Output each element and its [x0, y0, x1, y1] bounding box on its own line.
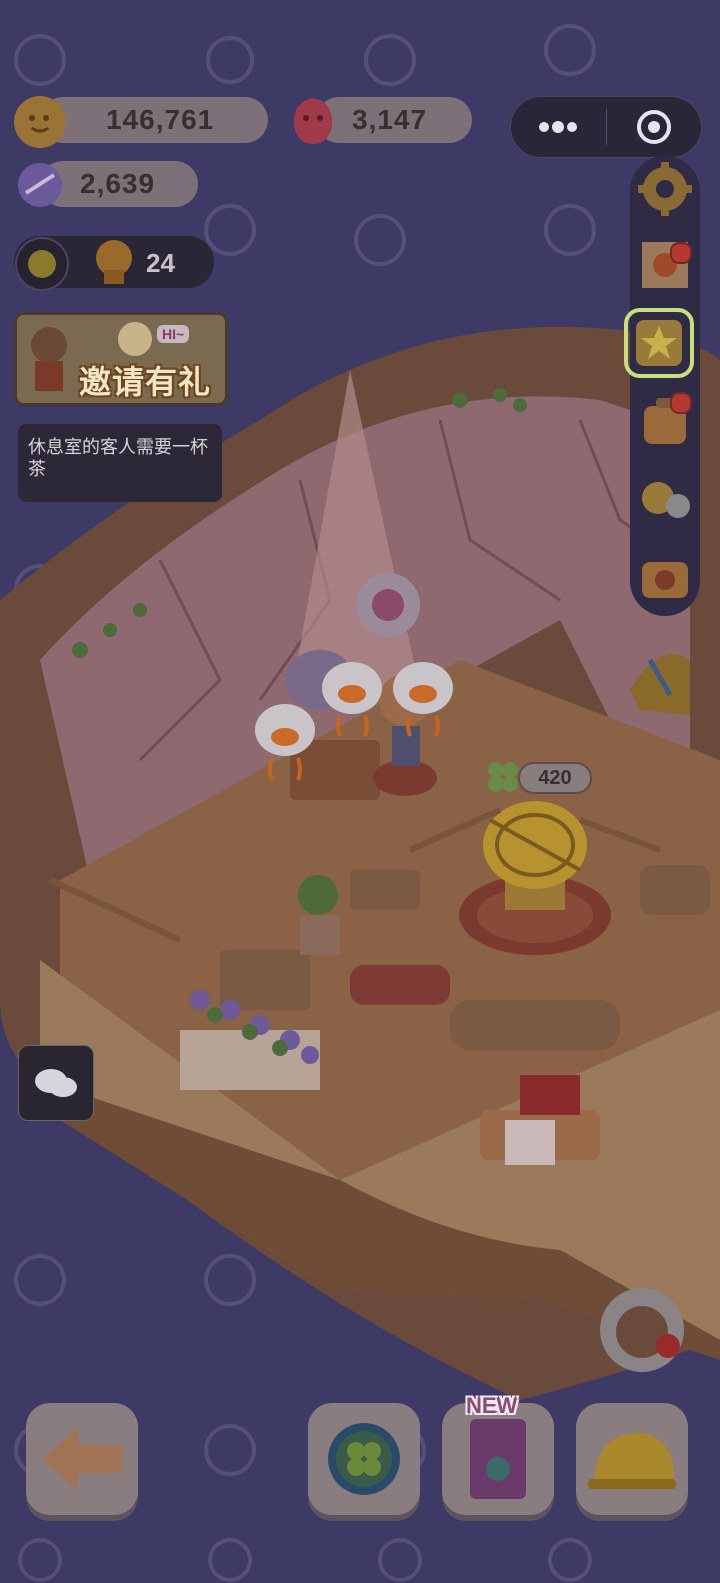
- target-circle-icon: [636, 110, 671, 144]
- miniprogram-capsule[interactable]: [510, 96, 702, 158]
- furniture-price-value: 420: [538, 766, 572, 789]
- sun-icon[interactable]: [14, 236, 70, 292]
- card-pack-button[interactable]: [442, 1403, 554, 1515]
- coin-counter: 146,761: [40, 97, 268, 143]
- camera-icon[interactable]: [636, 548, 694, 606]
- friends-icon[interactable]: [636, 472, 694, 530]
- raccoon-helper-icon[interactable]: [596, 1284, 692, 1374]
- character-token-icon: [96, 240, 132, 284]
- cookie-coin-icon: [14, 96, 66, 148]
- smiley-icon: [118, 322, 152, 356]
- invite-reward-banner[interactable]: HI~ 邀请有礼: [14, 312, 228, 406]
- gem-counter: 3,147: [316, 97, 472, 143]
- chat-button[interactable]: [18, 1045, 94, 1121]
- chat-bubbles-icon: [35, 1069, 77, 1097]
- candy-value: 2,639: [80, 168, 156, 199]
- hi-badge: HI~: [157, 325, 190, 343]
- clover-coin-icon: [328, 1423, 400, 1495]
- helmet-icon: [588, 1433, 676, 1489]
- candy-icon: [18, 163, 62, 207]
- back-button[interactable]: [26, 1403, 138, 1515]
- invite-label: 邀请有礼: [79, 364, 212, 400]
- star-box-icon[interactable]: [622, 306, 696, 380]
- more-button[interactable]: [511, 97, 606, 157]
- clover-button[interactable]: [308, 1403, 420, 1515]
- coin-value: 146,761: [106, 104, 215, 135]
- card-pack-icon: [470, 1419, 526, 1499]
- new-badge: NEW: [466, 1393, 518, 1418]
- build-helmet-button[interactable]: [576, 1403, 688, 1515]
- stamp-notification-dot: [670, 242, 692, 264]
- gem-value: 3,147: [352, 104, 428, 135]
- invite-character-icon: [31, 327, 67, 391]
- strawberry-gem-icon: [293, 98, 333, 144]
- settings-gear-icon[interactable]: [636, 160, 694, 218]
- furniture-price-tag: 420: [518, 762, 592, 794]
- sun-count-value: 24: [146, 248, 175, 278]
- backpack-notification-dot: [670, 392, 692, 414]
- close-miniprogram-button[interactable]: [607, 97, 702, 157]
- more-dots-icon: [539, 121, 578, 133]
- quest-hint[interactable]: 休息室的客人需要一杯茶: [18, 424, 222, 502]
- back-arrow-icon: [42, 1427, 122, 1491]
- side-menu: [630, 156, 700, 616]
